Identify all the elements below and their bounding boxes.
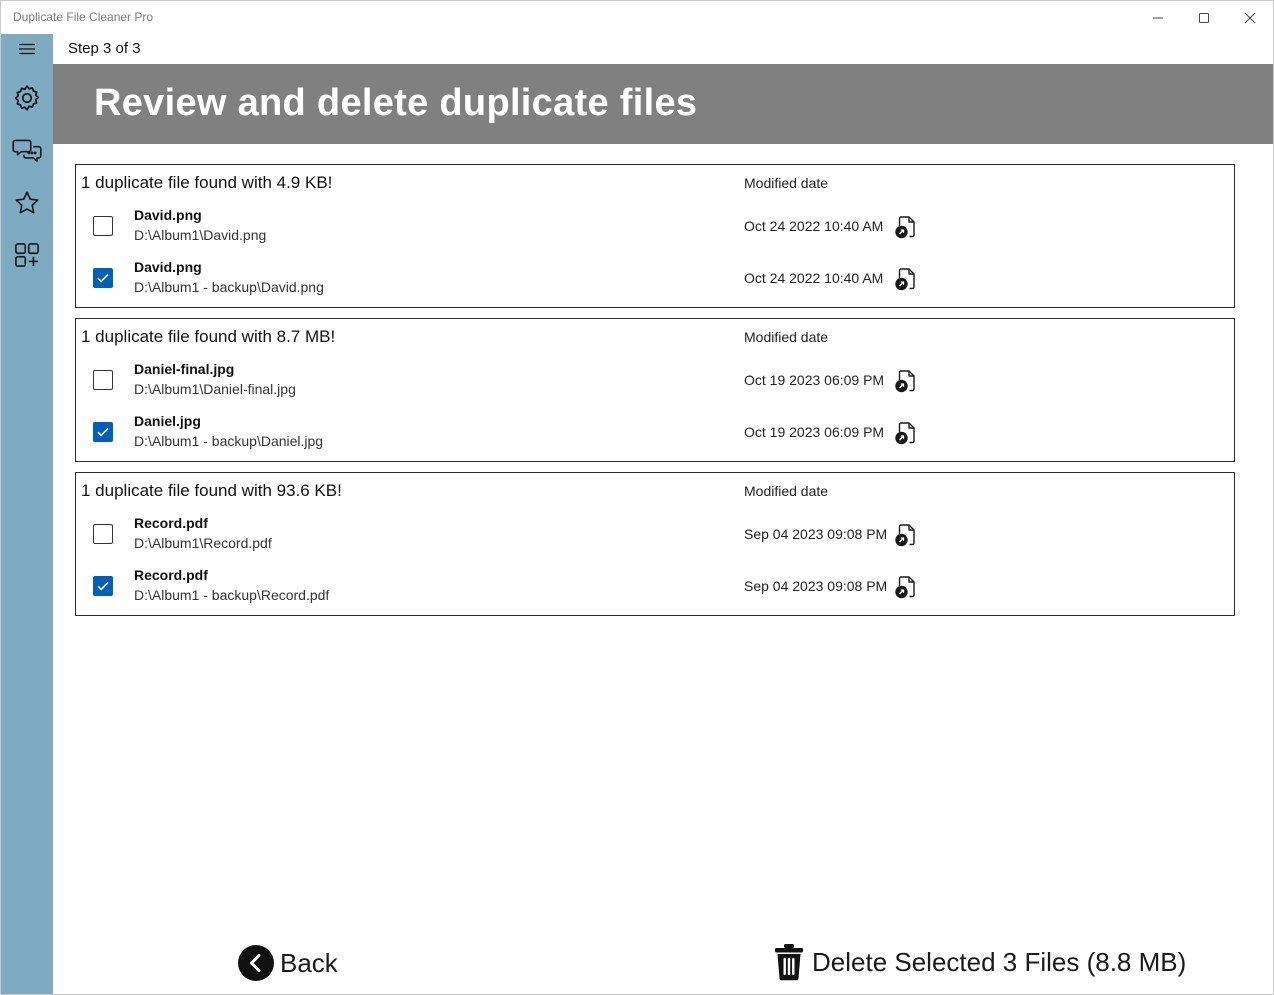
file-name: Record.pdf [134,515,208,531]
feedback-button[interactable] [1,129,53,173]
duplicate-group: 1 duplicate file found with 93.6 KB! Mod… [75,472,1235,616]
open-file-button[interactable] [894,521,918,547]
trash-icon [775,944,803,981]
file-name: David.png [134,259,202,275]
checkmark-icon [97,274,109,283]
file-checkbox[interactable] [93,524,113,544]
file-path: D:\Album1\David.png [134,227,267,243]
open-file-icon [895,268,915,291]
close-button[interactable] [1227,1,1273,34]
delete-selected-button[interactable]: Delete Selected 3 Files (8.8 MB) [774,942,1186,982]
file-name: Record.pdf [134,567,208,583]
minimize-button[interactable] [1135,1,1181,34]
open-file-button[interactable] [894,213,918,239]
file-checkbox[interactable] [93,576,113,596]
file-row: Daniel-final.jpg D:\Album1\Daniel-final.… [76,361,1234,411]
open-file-button[interactable] [894,573,918,599]
file-row: Record.pdf D:\Album1\Record.pdf Sep 04 2… [76,515,1234,565]
file-checkbox[interactable] [93,422,113,442]
star-icon [15,191,39,214]
file-row: Daniel.jpg D:\Album1 - backup\Daniel.jpg… [76,413,1234,463]
file-checkbox[interactable] [93,268,113,288]
apps-add-icon [15,243,39,267]
maximize-icon [1199,12,1209,23]
file-path: D:\Album1 - backup\David.png [134,279,324,295]
file-path: D:\Album1\Daniel-final.jpg [134,381,296,397]
file-row: David.png D:\Album1\David.png Oct 24 202… [76,207,1234,257]
step-indicator: Step 3 of 3 [68,40,141,57]
duplicate-group: 1 duplicate file found with 8.7 MB! Modi… [75,318,1235,462]
open-file-button[interactable] [894,265,918,291]
file-name: David.png [134,207,202,223]
group-header: 1 duplicate file found with 93.6 KB! [81,481,342,500]
app-window: Duplicate File Cleaner Pro Step 3 of 3 R… [0,0,1274,995]
settings-button[interactable] [1,76,53,120]
delete-label: Delete Selected 3 Files (8.8 MB) [812,946,1187,977]
file-name: Daniel.jpg [134,413,201,429]
file-modified-date: Sep 04 2023 09:08 PM [744,526,888,542]
favorites-button[interactable] [1,181,53,225]
page-title: Review and delete duplicate files [94,82,698,124]
file-path: D:\Album1 - backup\Record.pdf [134,587,330,603]
open-file-icon [895,576,915,599]
minimize-icon [1153,17,1163,18]
title-bar: Duplicate File Cleaner Pro [1,1,1273,34]
file-path: D:\Album1 - backup\Daniel.jpg [134,433,324,449]
file-checkbox[interactable] [93,370,113,390]
checkmark-icon [97,582,109,591]
chevron-left-circle-icon [238,945,274,981]
gear-icon [14,85,40,111]
menu-button[interactable] [1,34,53,64]
file-checkbox[interactable] [93,216,113,236]
close-icon [1244,12,1256,23]
duplicate-group: 1 duplicate file found with 4.9 KB! Modi… [75,164,1235,308]
modified-date-header: Modified date [744,483,829,499]
open-file-button[interactable] [894,419,918,445]
file-modified-date: Sep 04 2023 09:08 PM [744,578,888,594]
back-button[interactable]: Back [238,943,338,983]
file-modified-date: Oct 24 2022 10:40 AM [744,270,884,286]
step-bar: Step 3 of 3 [53,34,1273,64]
more-apps-button[interactable] [1,233,53,277]
chat-bubbles-icon [12,139,42,162]
group-header: 1 duplicate file found with 8.7 MB! [81,327,336,346]
modified-date-header: Modified date [744,329,829,345]
file-modified-date: Oct 19 2023 06:09 PM [744,372,885,388]
back-label: Back [280,947,338,978]
modified-date-header: Modified date [744,175,829,191]
open-file-icon [895,422,915,445]
checkmark-icon [97,428,109,437]
app-title: Duplicate File Cleaner Pro [13,10,154,24]
sidebar [1,34,53,994]
open-file-button[interactable] [894,367,918,393]
hamburger-menu-icon [19,43,35,55]
file-row: Record.pdf D:\Album1 - backup\Record.pdf… [76,567,1234,617]
file-name: Daniel-final.jpg [134,361,235,377]
maximize-button[interactable] [1181,1,1227,34]
file-modified-date: Oct 19 2023 06:09 PM [744,424,885,440]
file-path: D:\Album1\Record.pdf [134,535,272,551]
file-row: David.png D:\Album1 - backup\David.png O… [76,259,1234,309]
header-banner: Review and delete duplicate files [53,64,1273,144]
file-modified-date: Oct 24 2022 10:40 AM [744,218,884,234]
open-file-icon [895,370,915,393]
open-file-icon [895,216,915,239]
group-header: 1 duplicate file found with 4.9 KB! [81,173,333,192]
open-file-icon [895,524,915,547]
